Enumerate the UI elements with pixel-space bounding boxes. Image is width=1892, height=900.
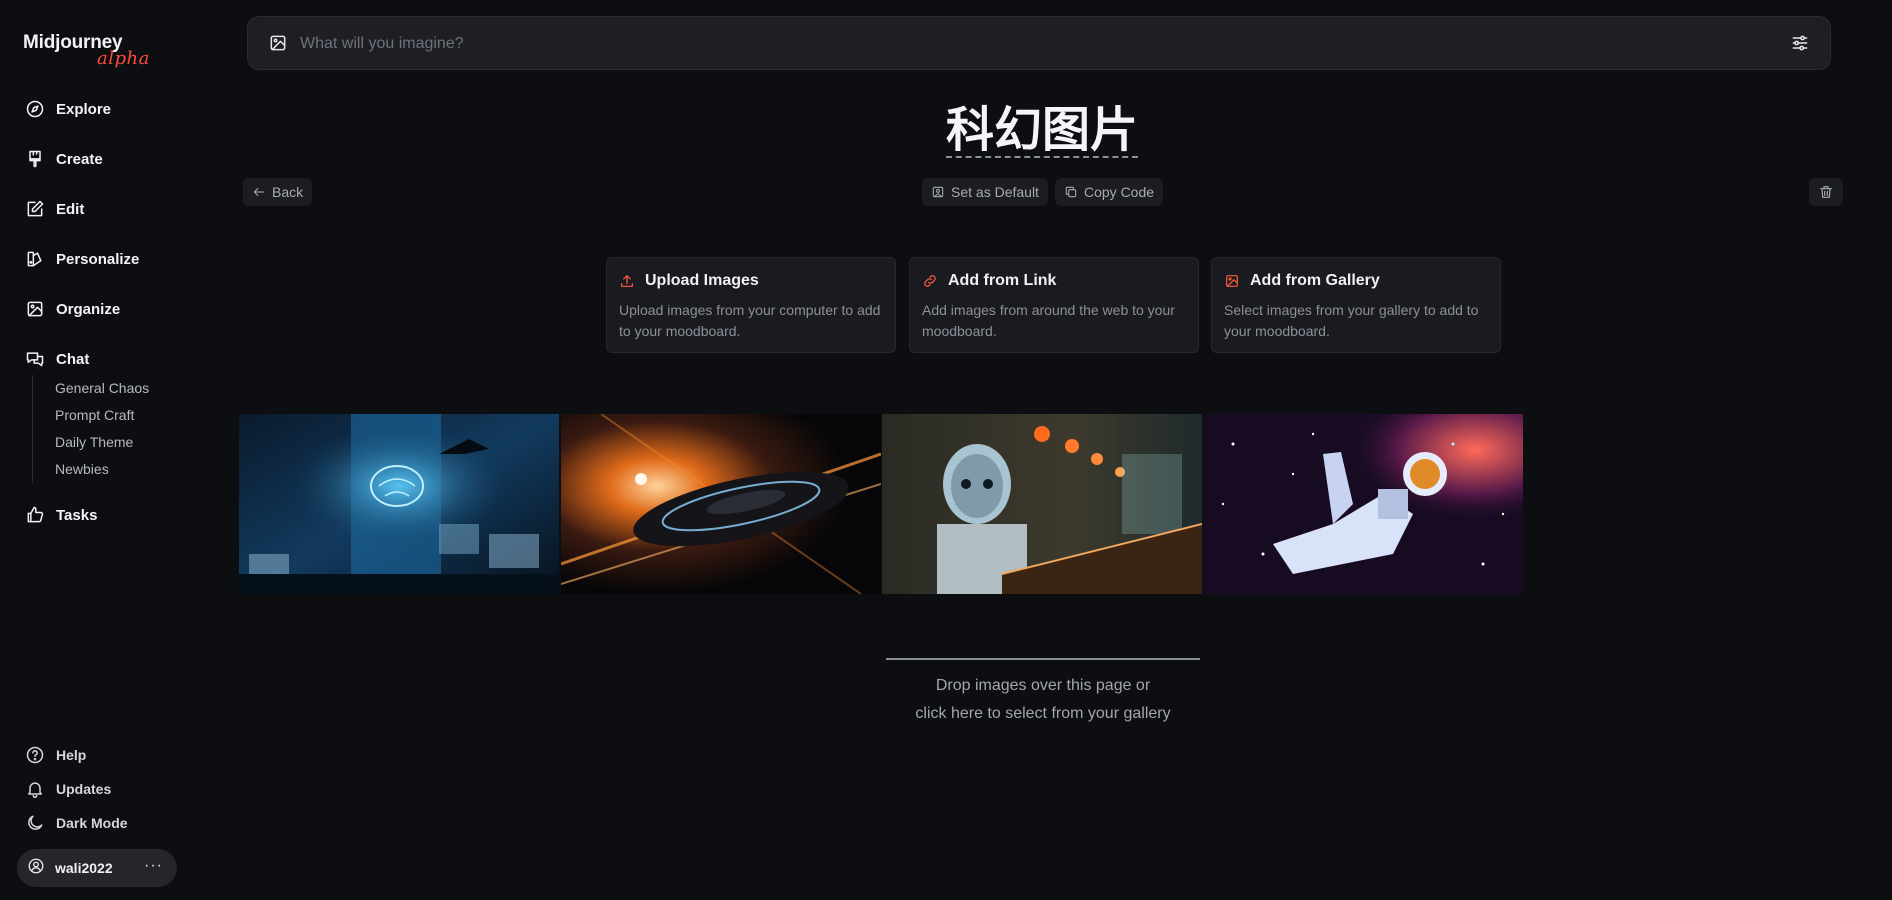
app-root: Midjourney alpha Explore Create Edit Per… — [0, 0, 1892, 900]
arrow-left-icon — [253, 187, 265, 197]
dark-mode-toggle[interactable]: Dark Mode — [24, 806, 128, 840]
moodboard-title[interactable]: 科幻图片 — [946, 104, 1139, 158]
chat-channel-prompt-craft[interactable]: Prompt Craft — [55, 402, 149, 429]
sidebar-item-label: Chat — [56, 350, 90, 368]
upload-images-card[interactable]: Upload Images Upload images from your co… — [606, 257, 896, 353]
main-nav: Explore Create Edit Personalize Organize… — [24, 84, 224, 384]
user-avatar-icon — [27, 857, 45, 880]
sidebar-item-label: Tasks — [56, 506, 98, 524]
add-from-link-card[interactable]: Add from Link Add images from around the… — [909, 257, 1199, 353]
dropzone[interactable]: Drop images over this page or click here… — [850, 672, 1236, 728]
back-label: Back — [272, 184, 304, 200]
help-icon — [24, 744, 46, 766]
chat-channel-daily-theme[interactable]: Daily Theme — [55, 429, 149, 456]
card-title: Add from Gallery — [1250, 272, 1380, 289]
upload-icon — [621, 275, 633, 287]
trash-icon — [1820, 186, 1832, 198]
chat-channel-list: General Chaos Prompt Craft Daily Theme N… — [32, 375, 149, 483]
link-icon — [924, 275, 936, 287]
compass-icon — [24, 98, 46, 120]
moodboard-image-cyber-brain[interactable] — [239, 414, 559, 594]
copy-code-label: Copy Code — [1084, 184, 1155, 200]
sidebar: Midjourney alpha Explore Create Edit Per… — [0, 0, 232, 900]
add-from-gallery-card[interactable]: Add from Gallery Select images from your… — [1211, 257, 1501, 353]
sidebar-item-label: Personalize — [56, 250, 140, 268]
sidebar-bottom-nav: Help Updates Dark Mode — [24, 738, 128, 840]
copy-icon — [1065, 186, 1077, 198]
dropzone-line-1: Drop images over this page or — [935, 677, 1151, 694]
copy-code-button[interactable]: Copy Code — [1055, 178, 1164, 206]
more-options-icon[interactable]: ··· — [144, 857, 163, 875]
imagine-input[interactable] — [300, 29, 1740, 59]
default-image-icon — [932, 186, 944, 198]
sidebar-item-organize[interactable]: Organize — [24, 284, 224, 334]
thumbs-up-icon — [24, 504, 46, 526]
dropzone-divider — [886, 658, 1200, 660]
set-as-default-label: Set as Default — [951, 184, 1039, 200]
card-title: Upload Images — [645, 272, 759, 289]
dropzone-line-2: click here to select from your gallery — [915, 705, 1171, 722]
sidebar-item-label: Organize — [56, 300, 121, 318]
image-icon — [24, 298, 46, 320]
astronaut-image — [1203, 414, 1523, 594]
sidebar-item-label: Explore — [56, 100, 112, 118]
spaceship-image — [561, 414, 881, 594]
set-as-default-button[interactable]: Set as Default — [922, 178, 1048, 206]
chat-icon — [24, 348, 46, 370]
card-description: Select images from your gallery to add t… — [1224, 302, 1479, 339]
logo-alpha-tag: alpha — [97, 48, 150, 69]
sidebar-item-explore[interactable]: Explore — [24, 84, 224, 134]
delete-moodboard-button[interactable] — [1809, 178, 1843, 206]
user-menu[interactable]: wali2022 ··· — [17, 849, 177, 887]
chat-channel-general-chaos[interactable]: General Chaos — [55, 375, 149, 402]
sidebar-item-label: Edit — [56, 200, 85, 218]
card-description: Add images from around the web to your m… — [922, 302, 1175, 339]
updates-label: Updates — [56, 781, 112, 797]
moodboard-image-robot-bar[interactable] — [882, 414, 1202, 594]
updates-link[interactable]: Updates — [24, 772, 128, 806]
username: wali2022 — [55, 860, 113, 876]
sidebar-item-personalize[interactable]: Personalize — [24, 234, 224, 284]
moodboard-image-astronaut[interactable] — [1203, 414, 1523, 594]
bell-icon — [24, 778, 46, 800]
help-link[interactable]: Help — [24, 738, 128, 772]
card-description: Upload images from your computer to add … — [619, 302, 881, 339]
chat-channel-newbies[interactable]: Newbies — [55, 456, 149, 483]
edit-icon — [24, 198, 46, 220]
sidebar-item-tasks[interactable]: Tasks — [24, 490, 97, 540]
gallery-icon — [1226, 275, 1238, 287]
sidebar-item-edit[interactable]: Edit — [24, 184, 224, 234]
back-button[interactable]: Back — [243, 178, 313, 206]
moon-icon — [24, 812, 46, 834]
cyber-brain-image — [239, 414, 559, 594]
help-label: Help — [56, 747, 87, 763]
imagine-bar — [247, 16, 1831, 70]
moodboard-image-spaceship[interactable] — [561, 414, 881, 594]
dark-mode-label: Dark Mode — [56, 815, 128, 831]
card-title: Add from Link — [948, 272, 1057, 289]
midjourney-logo[interactable]: Midjourney alpha — [23, 32, 149, 69]
robot-bar-image — [882, 414, 1202, 594]
settings-sliders-icon[interactable] — [1790, 33, 1812, 55]
image-upload-icon[interactable] — [268, 33, 290, 55]
brush-icon — [24, 148, 46, 170]
sidebar-item-label: Create — [56, 150, 103, 168]
sidebar-item-create[interactable]: Create — [24, 134, 224, 184]
palette-icon — [24, 248, 46, 270]
